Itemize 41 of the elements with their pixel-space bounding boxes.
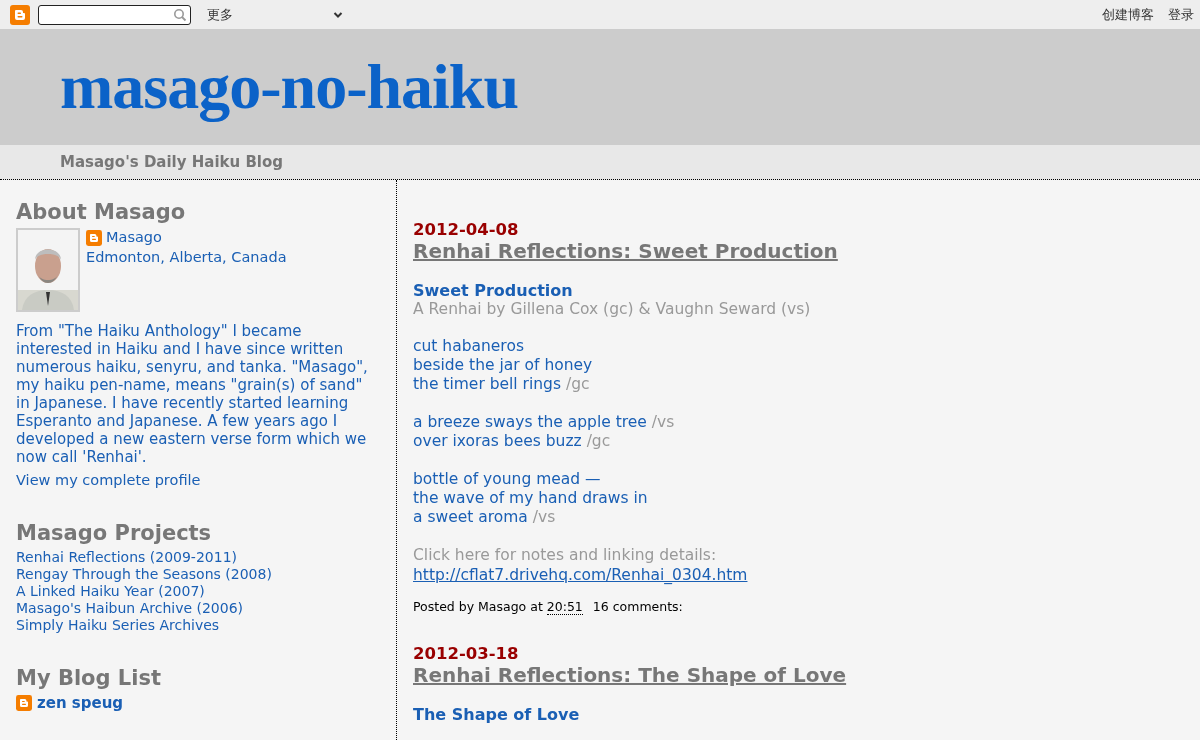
poem-line: over ixoras bees buzz /gc [413, 432, 611, 451]
more-dropdown[interactable]: 更多 [199, 5, 344, 24]
nav-link[interactable]: 创建博客 [1102, 5, 1154, 24]
project-link[interactable]: Renhai Reflections (2009-2011) [16, 548, 396, 566]
project-link[interactable]: Rengay Through the Seasons (2008) [16, 565, 396, 583]
profile-link[interactable]: View my complete profile [16, 472, 201, 488]
blogger-icon [86, 229, 102, 246]
poem-line: a sweet aroma /vs [413, 508, 556, 527]
profile-name-link[interactable]: Masago [106, 228, 162, 248]
location-text: Edmonton, Alberta, Canada [86, 247, 287, 267]
section-heading: Masago Projects [16, 520, 213, 545]
project-link[interactable]: A Linked Haiku Year (2007) [16, 582, 396, 600]
poem-line: the timer bell rings /gc [413, 375, 590, 394]
section-heading: About Masago [16, 200, 187, 224]
section-heading: My Blog List [16, 665, 162, 690]
notes-text: Click here for notes and linking details: [413, 546, 718, 565]
search-icon [173, 7, 187, 22]
post-title-link[interactable]: Renhai Reflections: Sweet Production [413, 239, 838, 263]
blog-description: Masago's Daily Haiku Blog [60, 153, 284, 171]
poem-title: The Shape of Love [413, 705, 581, 724]
post-byline: Posted by Masago at 20:51 [413, 599, 583, 614]
blogger-icon [16, 694, 32, 711]
poem-line: the wave of my hand draws in [413, 489, 648, 508]
bio-text: From "The Haiku Anthology" I became interested in Haiku and I have since written numerous haiku, senyru, and tanka. "Masago", my haiku pen-name, means "grain(s) of sand" in Japanese. I have recently started learning Esperanto and Japanese. A few years ago I developed a new eastern verse form which we now call 'Renhai'. [16, 322, 368, 466]
post-title-link[interactable]: Renhai Reflections: The Shape of Love [413, 663, 847, 687]
poem-title: Sweet Production [413, 281, 574, 300]
poem-line: a breeze sways the apple tree /vs [413, 413, 675, 432]
nav-link[interactable]: 登录 [1168, 5, 1194, 24]
poem-line: beside the jar of honey [413, 356, 593, 375]
comments-link[interactable]: 16 comments: [592, 599, 683, 614]
poem-line: bottle of young mead — [413, 470, 601, 489]
project-link[interactable]: Masago's Haibun Archive (2006) [16, 599, 396, 617]
project-link[interactable]: Simply Haiku Series Archives [16, 616, 396, 634]
blog-link[interactable]: zen speug [37, 693, 124, 712]
blogger-icon [10, 4, 30, 25]
notes-link[interactable]: http://cflat7.drivehq.com/Renhai_0304.htm [413, 566, 748, 585]
search-field[interactable] [38, 4, 191, 25]
poem-line: cut habaneros [413, 337, 524, 356]
post-date: 2012-03-18 [413, 644, 520, 663]
post-date: 2012-04-08 [413, 220, 520, 239]
poem-byline: A Renhai by Gillena Cox (gc) & Vaughn Seward (vs) [413, 300, 812, 318]
